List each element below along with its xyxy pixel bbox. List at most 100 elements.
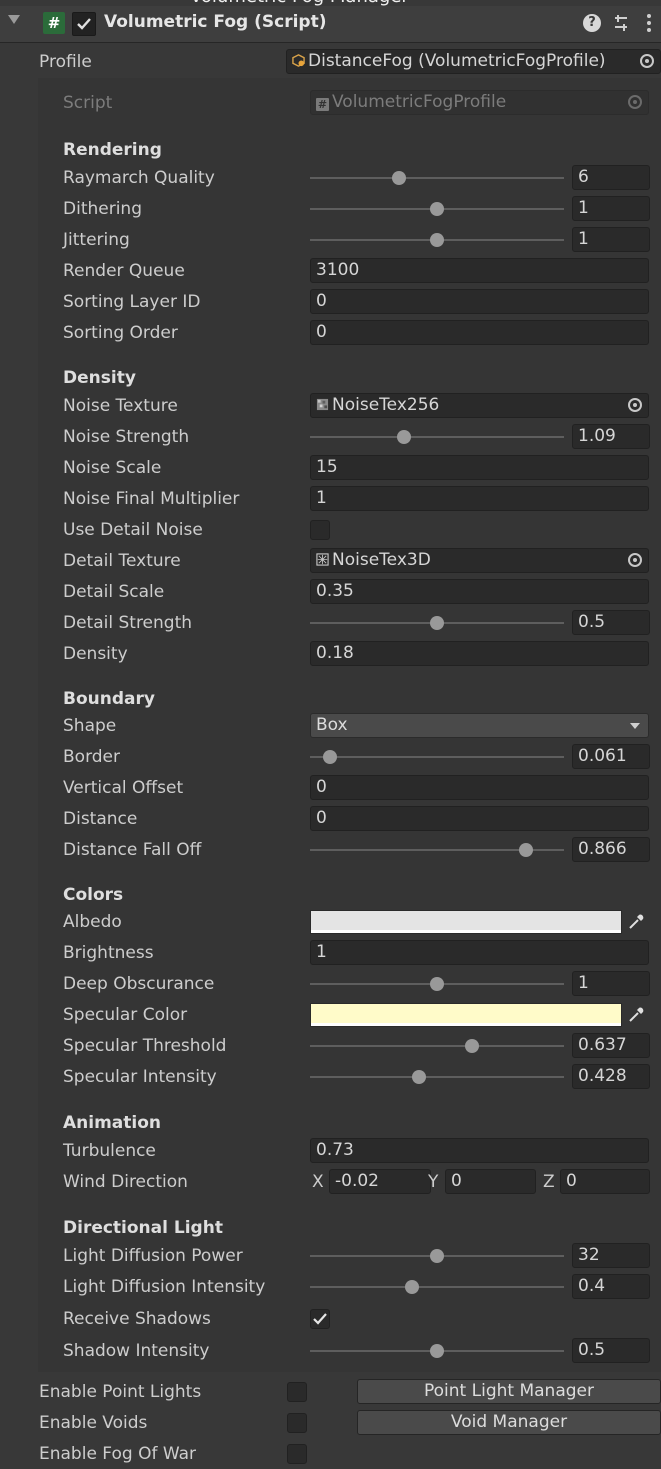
light-diffusion-power-slider[interactable] <box>310 1241 564 1271</box>
profile-value: DistanceFog (VolumetricFogProfile) <box>308 51 606 71</box>
dithering-field[interactable]: 1 <box>572 196 650 221</box>
light-diffusion-intensity-field[interactable]: 0.4 <box>572 1274 650 1299</box>
slider-knob[interactable] <box>404 1280 419 1294</box>
deep-obscurance-field[interactable]: 1 <box>572 971 650 996</box>
light-diffusion-power-field[interactable]: 32 <box>572 1243 650 1268</box>
specular-threshold-field[interactable]: 0.637 <box>572 1033 650 1058</box>
slider-knob[interactable] <box>323 750 338 764</box>
slider-knob[interactable] <box>430 616 444 630</box>
slider-knob[interactable] <box>518 843 533 857</box>
specular-color-swatch[interactable] <box>310 1003 622 1027</box>
specular-intensity-field[interactable]: 0.428 <box>572 1064 650 1089</box>
raymarch-quality-field[interactable]: 6 <box>572 165 650 190</box>
detail-texture-row: Detail Texture NoiseTex3D <box>0 546 661 576</box>
slider-knob[interactable] <box>430 202 444 216</box>
specular-threshold-label: Specular Threshold <box>63 1036 227 1056</box>
specular-intensity-slider[interactable] <box>310 1062 564 1092</box>
sorting-order-field[interactable]: 0 <box>310 320 649 345</box>
detail-strength-field[interactable]: 0.5 <box>572 610 650 635</box>
shadow-intensity-field[interactable]: 0.5 <box>572 1338 650 1363</box>
profile-label: Profile <box>39 52 92 72</box>
slider-knob[interactable] <box>391 171 406 185</box>
border-slider[interactable] <box>310 742 564 772</box>
jittering-slider[interactable] <box>310 225 564 255</box>
sorting-layer-id-field[interactable]: 0 <box>310 289 649 314</box>
border-field[interactable]: 0.061 <box>572 744 650 769</box>
render-queue-field[interactable]: 3100 <box>310 258 649 283</box>
presets-icon[interactable] <box>612 14 630 32</box>
enable-voids-checkbox[interactable] <box>287 1413 307 1433</box>
shadow-intensity-slider[interactable] <box>310 1336 564 1366</box>
turbulence-field[interactable]: 0.73 <box>310 1138 649 1163</box>
object-picker-icon[interactable] <box>628 553 642 567</box>
shape-dropdown[interactable]: Box <box>310 713 649 738</box>
albedo-color-swatch[interactable] <box>310 910 622 934</box>
dithering-slider[interactable] <box>310 194 564 224</box>
context-menu-icon[interactable] <box>647 14 651 34</box>
jittering-field[interactable]: 1 <box>572 227 650 252</box>
brightness-field[interactable]: 1 <box>310 940 649 965</box>
density-field[interactable]: 0.18 <box>310 641 649 666</box>
eyedropper-icon[interactable] <box>626 912 646 932</box>
deep-obscurance-slider[interactable] <box>310 969 564 999</box>
detail-strength-label: Detail Strength <box>63 613 193 633</box>
noise-scale-label: Noise Scale <box>63 458 162 478</box>
slider-knob[interactable] <box>396 430 411 444</box>
noise-scale-field[interactable]: 15 <box>310 455 649 480</box>
raymarch-quality-label: Raymarch Quality <box>63 168 215 188</box>
receive-shadows-checkbox[interactable] <box>310 1309 330 1329</box>
wind-direction-label: Wind Direction <box>63 1172 188 1192</box>
slider-knob[interactable] <box>430 1249 444 1263</box>
detail-scale-field[interactable]: 0.35 <box>310 579 649 604</box>
enable-point-lights-checkbox[interactable] <box>287 1382 307 1402</box>
profile-object-field[interactable]: DistanceFog (VolumetricFogProfile) <box>286 49 661 74</box>
detail-strength-slider[interactable] <box>310 608 564 638</box>
detail-texture-field[interactable]: NoiseTex3D <box>310 548 649 573</box>
distance-fall-off-slider[interactable] <box>310 835 564 865</box>
noise-final-multiplier-field[interactable]: 1 <box>310 486 649 511</box>
use-detail-noise-label: Use Detail Noise <box>63 520 203 540</box>
use-detail-noise-checkbox[interactable] <box>310 520 330 540</box>
component-header[interactable]: # Volumetric Fog (Script) ? <box>0 6 661 43</box>
light-diffusion-intensity-label: Light Diffusion Intensity <box>63 1277 266 1297</box>
slider-knob[interactable] <box>430 1344 444 1358</box>
object-picker-icon[interactable] <box>640 54 654 68</box>
light-diffusion-intensity-slider[interactable] <box>310 1272 564 1302</box>
eyedropper-icon[interactable] <box>626 1005 646 1025</box>
wind-direction-x-field[interactable]: -0.02 <box>329 1169 431 1194</box>
enable-fog-of-war-label: Enable Fog Of War <box>39 1444 196 1464</box>
x-axis-label[interactable]: X <box>312 1172 324 1192</box>
distance-fall-off-field[interactable]: 0.866 <box>572 837 650 862</box>
texture-3d-icon <box>316 553 329 566</box>
wind-direction-y-field[interactable]: 0 <box>445 1169 536 1194</box>
slider-knob[interactable] <box>464 1039 479 1053</box>
wind-direction-z-field[interactable]: 0 <box>560 1169 650 1194</box>
noise-strength-slider[interactable] <box>310 422 564 452</box>
enable-fog-of-war-row: Enable Fog Of War <box>0 1439 661 1469</box>
slider-knob[interactable] <box>430 233 444 247</box>
slider-knob[interactable] <box>411 1070 426 1084</box>
receive-shadows-label: Receive Shadows <box>63 1309 211 1329</box>
component-enabled-checkbox[interactable] <box>72 12 96 36</box>
distance-field[interactable]: 0 <box>310 806 649 831</box>
y-axis-label[interactable]: Y <box>428 1172 438 1192</box>
slider-knob[interactable] <box>430 977 444 991</box>
specular-threshold-slider[interactable] <box>310 1031 564 1061</box>
checkmark-icon <box>313 1313 327 1325</box>
noise-texture-row: Noise Texture NoiseTex256 <box>0 391 661 421</box>
raymarch-quality-slider[interactable] <box>310 163 564 193</box>
z-axis-label[interactable]: Z <box>543 1172 555 1192</box>
noise-strength-field[interactable]: 1.09 <box>572 424 650 449</box>
void-manager-button[interactable]: Void Manager <box>357 1410 661 1435</box>
foldout-arrow-icon[interactable] <box>8 15 20 24</box>
point-light-manager-button[interactable]: Point Light Manager <box>357 1379 661 1404</box>
albedo-label: Albedo <box>63 912 122 932</box>
checkmark-icon <box>77 18 91 30</box>
object-picker-icon[interactable] <box>628 398 642 412</box>
enable-fog-of-war-checkbox[interactable] <box>287 1444 307 1464</box>
help-icon[interactable]: ? <box>583 14 601 32</box>
vertical-offset-field[interactable]: 0 <box>310 775 649 800</box>
brightness-label: Brightness <box>63 943 154 963</box>
noise-texture-field[interactable]: NoiseTex256 <box>310 393 649 418</box>
density-header: Density <box>63 368 136 388</box>
